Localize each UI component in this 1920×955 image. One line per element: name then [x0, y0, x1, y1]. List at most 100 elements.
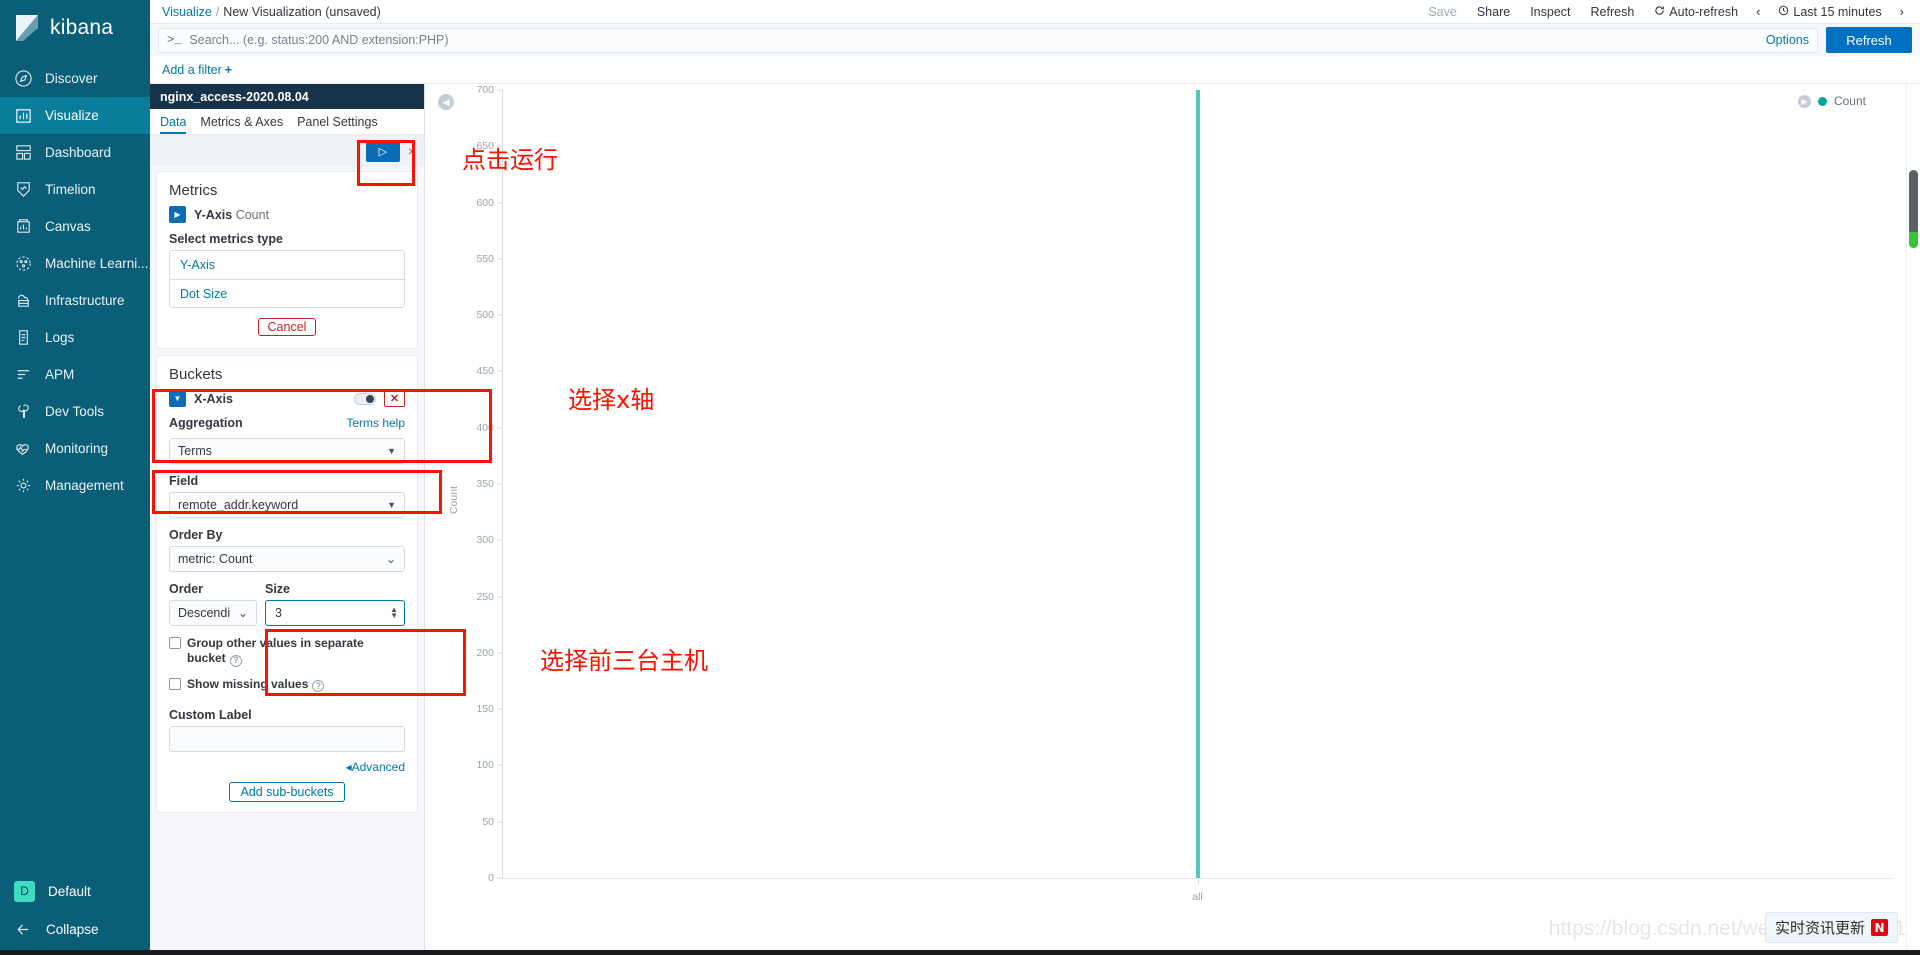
size-input[interactable]: 3 ▲ ▼	[265, 600, 405, 626]
aggregation-header: Aggregation Terms help	[169, 416, 405, 430]
custom-label-input[interactable]	[169, 726, 405, 752]
metric-y-axis-name: Y-Axis	[194, 207, 233, 222]
field-select[interactable]: remote_addr.keyword ▼	[169, 492, 405, 518]
discard-changes-button[interactable]: ×	[406, 143, 418, 159]
sidebar-item-apm[interactable]: APM	[0, 356, 150, 393]
search-input[interactable]: >_ Search... (e.g. status:200 AND extens…	[158, 27, 1818, 53]
help-icon[interactable]: ?	[312, 680, 325, 692]
add-filter-label: Add a filter	[162, 62, 222, 77]
tab-data[interactable]: Data	[160, 115, 187, 134]
group-other-text: Group other values in separate bucket	[187, 636, 364, 665]
sidebar-item-timelion[interactable]: Timelion	[0, 171, 150, 208]
share-button[interactable]: Share	[1467, 5, 1520, 19]
select-metrics-type-label: Select metrics type	[169, 232, 283, 246]
time-range-button[interactable]: Last 15 minutes	[1768, 5, 1891, 19]
y-axis-tick-label: 250	[476, 590, 494, 603]
sidebar-item-monitoring[interactable]: Monitoring	[0, 430, 150, 467]
timelion-icon	[14, 180, 33, 199]
bucket-x-axis-row[interactable]: ▼ X-Axis ✕	[169, 390, 405, 407]
sidebar-item-management[interactable]: Management	[0, 467, 150, 504]
bucket-enable-toggle[interactable]	[354, 392, 376, 405]
add-sub-buckets-button[interactable]: Add sub-buckets	[229, 782, 345, 802]
bucket-x-axis-label: X-Axis	[194, 391, 233, 406]
show-missing-checkbox[interactable]	[169, 677, 181, 690]
show-missing-text: Show missing values	[187, 676, 309, 691]
sidebar-item-label: Management	[45, 478, 124, 493]
y-axis-tick-label: 550	[476, 252, 494, 265]
advanced-label: Advanced	[351, 760, 405, 774]
order-select[interactable]: Descendi ⌄	[169, 600, 257, 626]
sidebar-item-logs[interactable]: Logs	[0, 319, 150, 356]
clock-icon	[1778, 5, 1789, 19]
canvas-icon	[14, 217, 33, 236]
add-filter-button[interactable]: Add a filter +	[162, 63, 232, 77]
show-missing-label: Show missing values?	[187, 676, 325, 692]
kibana-logo-icon	[14, 14, 40, 42]
sidebar-item-label: Infrastructure	[45, 293, 125, 308]
sidebar-item-canvas[interactable]: Canvas	[0, 208, 150, 245]
scrollbar-track[interactable]	[1906, 84, 1920, 955]
query-options-button[interactable]: Options	[1766, 33, 1809, 47]
terminal-prompt-icon: >_	[167, 33, 182, 47]
sidebar-item-discover[interactable]: Discover	[0, 60, 150, 97]
sidebar: kibana Discover Visualize Dashboard Time…	[0, 0, 150, 955]
sidebar-item-dev-tools[interactable]: Dev Tools	[0, 393, 150, 430]
y-axis-tick-label: 300	[476, 534, 494, 547]
metrics-cancel-wrap: Cancel	[169, 318, 405, 336]
auto-refresh-button[interactable]: Auto-refresh	[1644, 5, 1748, 19]
x-axis-tick-label: all	[1192, 891, 1203, 903]
metric-y-axis-row[interactable]: ▶ Y-Axis Count	[169, 206, 405, 223]
metrics-option-dot-size[interactable]: Dot Size	[170, 279, 404, 307]
size-value: 3	[275, 606, 282, 620]
collapse-editor-icon[interactable]: ◀	[438, 94, 454, 110]
aggregation-select[interactable]: Terms ▼	[169, 438, 405, 464]
chart-plot: Count 0 50 100 150 200 250 300 350 400 450 500 550 6…	[448, 84, 1892, 909]
group-other-checkbox[interactable]	[169, 637, 181, 649]
breadcrumb-separator: /	[215, 4, 220, 19]
order-by-select[interactable]: metric: Count ⌄	[169, 546, 405, 572]
sidebar-item-infrastructure[interactable]: Infrastructure	[0, 282, 150, 319]
collapse-button[interactable]: Collapse	[0, 910, 150, 948]
chevron-down-icon[interactable]: ▼	[169, 390, 186, 407]
save-button[interactable]: Save	[1418, 5, 1467, 19]
wrench-icon	[14, 402, 33, 421]
sidebar-item-dashboard[interactable]: Dashboard	[0, 134, 150, 171]
bucket-controls: ✕	[354, 390, 405, 407]
show-missing-row[interactable]: Show missing values?	[169, 676, 405, 692]
help-icon[interactable]: ?	[229, 654, 242, 667]
inspect-button[interactable]: Inspect	[1520, 5, 1580, 19]
tab-metrics-axes[interactable]: Metrics & Axes	[200, 115, 283, 134]
time-next-button[interactable]: ›	[1892, 4, 1912, 19]
scrollbar-thumb[interactable]	[1909, 170, 1918, 248]
chart-bar[interactable]	[1195, 90, 1200, 878]
collapse-label: Collapse	[46, 921, 99, 937]
query-refresh-button[interactable]: Refresh	[1826, 27, 1912, 53]
breadcrumb-visualize[interactable]: Visualize	[162, 5, 212, 19]
time-prev-button[interactable]: ‹	[1748, 4, 1768, 19]
sidebar-item-visualize[interactable]: Visualize	[0, 97, 150, 134]
cancel-button[interactable]: Cancel	[257, 318, 317, 336]
logs-icon	[14, 328, 33, 347]
bar-chart-icon	[14, 106, 33, 125]
terms-help-link[interactable]: Terms help	[346, 416, 405, 430]
chevron-right-icon[interactable]: ▶	[169, 206, 186, 223]
group-other-row[interactable]: Group other values in separate bucket?	[169, 636, 405, 667]
remove-bucket-button[interactable]: ✕	[384, 390, 405, 407]
space-selector[interactable]: D Default	[0, 872, 150, 910]
compass-icon	[14, 69, 33, 88]
space-label: Default	[48, 883, 91, 899]
kibana-logo[interactable]: kibana	[0, 0, 150, 56]
refresh-button[interactable]: Refresh	[1581, 5, 1645, 19]
tab-panel-settings[interactable]: Panel Settings	[297, 115, 378, 134]
size-field-group: Size 3 ▲ ▼	[265, 582, 405, 626]
metrics-option-y-axis[interactable]: Y-Axis	[170, 251, 404, 279]
advanced-toggle[interactable]: ◂Advanced	[346, 760, 405, 774]
dashboard-icon	[14, 143, 33, 162]
sidebar-item-label: Dev Tools	[45, 404, 105, 419]
news-toast[interactable]: 实时资讯更新 N	[1764, 912, 1898, 943]
apply-changes-button[interactable]: ▷	[365, 140, 400, 162]
buckets-card: Buckets ▼ X-Axis ✕ Aggregation Terms hel…	[156, 355, 418, 813]
number-stepper-icon[interactable]: ▲ ▼	[390, 606, 398, 620]
sidebar-item-machine-learning[interactable]: Machine Learni...	[0, 245, 150, 282]
metric-y-axis-value: Count	[235, 207, 270, 222]
